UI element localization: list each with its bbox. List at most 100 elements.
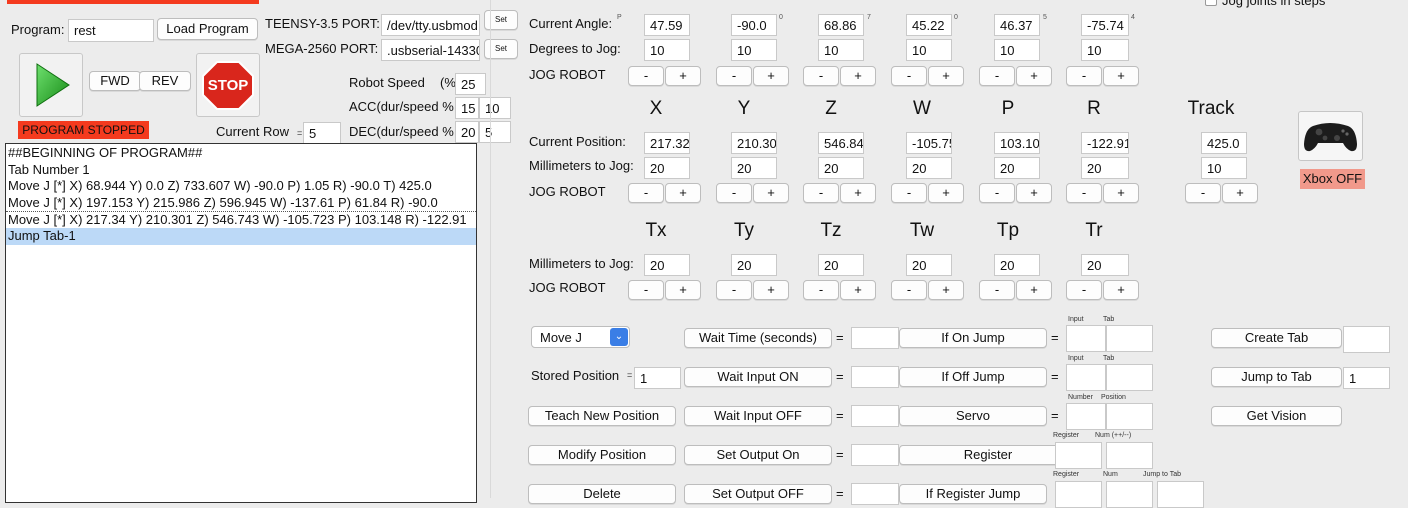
mm-x[interactable]: 20: [644, 157, 690, 179]
wait-input-off-button[interactable]: Wait Input OFF: [684, 406, 832, 426]
joint-2-minus-button[interactable]: -: [716, 66, 752, 86]
z-plus-button[interactable]: +: [840, 183, 876, 203]
servo-number-field[interactable]: [1066, 403, 1106, 430]
set-output-on-button[interactable]: Set Output On: [684, 445, 832, 465]
load-program-button[interactable]: Load Program: [157, 18, 258, 40]
servo-position-field[interactable]: [1106, 403, 1153, 430]
if-register-jump-button[interactable]: If Register Jump: [899, 484, 1047, 504]
reg-jump-tab-field[interactable]: [1157, 481, 1204, 508]
play-button[interactable]: [19, 53, 83, 117]
program-line[interactable]: Move J [*] X) 68.944 Y) 0.0 Z) 733.607 W…: [6, 178, 476, 195]
tw-minus-button[interactable]: -: [891, 280, 927, 300]
joint-1-plus-button[interactable]: +: [665, 66, 701, 86]
joint-2-degrees[interactable]: 10: [731, 39, 777, 61]
create-tab-input[interactable]: [1343, 326, 1390, 353]
joint-3-plus-button[interactable]: +: [840, 66, 876, 86]
tp-minus-button[interactable]: -: [979, 280, 1015, 300]
register-field[interactable]: [1055, 442, 1102, 469]
joint-6-minus-button[interactable]: -: [1066, 66, 1102, 86]
p-plus-button[interactable]: +: [1016, 183, 1052, 203]
track-plus-button[interactable]: +: [1222, 183, 1258, 203]
tool-mm-tx[interactable]: 20: [644, 254, 690, 276]
if-on-input-field[interactable]: [1066, 325, 1106, 352]
joint-2-plus-button[interactable]: +: [753, 66, 789, 86]
modify-position-button[interactable]: Modify Position: [528, 445, 676, 465]
joint-5-plus-button[interactable]: +: [1016, 66, 1052, 86]
joint-5-degrees[interactable]: 10: [994, 39, 1040, 61]
r-plus-button[interactable]: +: [1103, 183, 1139, 203]
r-minus-button[interactable]: -: [1066, 183, 1102, 203]
ty-plus-button[interactable]: +: [753, 280, 789, 300]
program-line[interactable]: Move J [*] X) 197.153 Y) 215.986 Z) 596.…: [6, 195, 476, 212]
joint-6-degrees[interactable]: 10: [1081, 39, 1129, 61]
register-button[interactable]: Register: [899, 445, 1077, 465]
stop-button[interactable]: STOP: [196, 53, 260, 117]
program-line[interactable]: ##BEGINNING OF PROGRAM##: [6, 145, 476, 162]
acc-speed-input[interactable]: 10: [479, 97, 511, 119]
move-type-select[interactable]: Move J ⌄: [531, 326, 630, 348]
program-name-input[interactable]: rest: [68, 19, 154, 42]
mm-z[interactable]: 20: [818, 157, 864, 179]
set-output-off-button[interactable]: Set Output OFF: [684, 484, 832, 504]
wait-time-input[interactable]: [851, 327, 899, 349]
y-minus-button[interactable]: -: [716, 183, 752, 203]
wait-input-on-button[interactable]: Wait Input ON: [684, 367, 832, 387]
program-listbox[interactable]: ##BEGINNING OF PROGRAM## Tab Number 1 Mo…: [5, 143, 477, 503]
joint-4-degrees[interactable]: 10: [906, 39, 952, 61]
jog-steps-checkbox[interactable]: [1205, 0, 1217, 6]
ty-minus-button[interactable]: -: [716, 280, 752, 300]
tool-mm-tp[interactable]: 20: [994, 254, 1040, 276]
rev-button[interactable]: REV: [139, 71, 191, 91]
x-minus-button[interactable]: -: [628, 183, 664, 203]
track-minus-button[interactable]: -: [1185, 183, 1221, 203]
joint-6-plus-button[interactable]: +: [1103, 66, 1139, 86]
jump-to-tab-button[interactable]: Jump to Tab: [1211, 367, 1342, 387]
acc-duration-input[interactable]: 15: [455, 97, 479, 119]
tx-minus-button[interactable]: -: [628, 280, 664, 300]
w-minus-button[interactable]: -: [891, 183, 927, 203]
robot-speed-input[interactable]: 25: [455, 73, 486, 95]
track-mm[interactable]: 10: [1201, 157, 1247, 179]
y-plus-button[interactable]: +: [753, 183, 789, 203]
wait-input-off-input[interactable]: [851, 405, 899, 427]
get-vision-button[interactable]: Get Vision: [1211, 406, 1342, 426]
servo-button[interactable]: Servo: [899, 406, 1047, 426]
joint-3-degrees[interactable]: 10: [818, 39, 864, 61]
teach-new-position-button[interactable]: Teach New Position: [528, 406, 676, 426]
tz-minus-button[interactable]: -: [803, 280, 839, 300]
register-num-field[interactable]: [1106, 442, 1153, 469]
current-row-input[interactable]: 5: [303, 122, 341, 144]
joint-5-minus-button[interactable]: -: [979, 66, 1015, 86]
mm-w[interactable]: 20: [906, 157, 952, 179]
mm-r[interactable]: 20: [1081, 157, 1129, 179]
program-line-selected[interactable]: Jump Tab-1: [6, 228, 476, 246]
if-off-tab-field[interactable]: [1106, 364, 1153, 391]
reg-jump-register-field[interactable]: [1055, 481, 1102, 508]
tp-plus-button[interactable]: +: [1016, 280, 1052, 300]
xbox-controller-button[interactable]: [1298, 111, 1363, 161]
p-minus-button[interactable]: -: [979, 183, 1015, 203]
wait-input-on-input[interactable]: [851, 366, 899, 388]
w-plus-button[interactable]: +: [928, 183, 964, 203]
mm-p[interactable]: 20: [994, 157, 1040, 179]
mega-port-input[interactable]: .usbserial-14330: [381, 39, 480, 61]
if-on-tab-field[interactable]: [1106, 325, 1153, 352]
if-off-input-field[interactable]: [1066, 364, 1106, 391]
joint-4-plus-button[interactable]: +: [928, 66, 964, 86]
joint-3-minus-button[interactable]: -: [803, 66, 839, 86]
wait-time-button[interactable]: Wait Time (seconds): [684, 328, 832, 348]
joint-1-minus-button[interactable]: -: [628, 66, 664, 86]
joint-1-degrees[interactable]: 10: [644, 39, 690, 61]
z-minus-button[interactable]: -: [803, 183, 839, 203]
if-on-jump-button[interactable]: If On Jump: [899, 328, 1047, 348]
set-output-on-input[interactable]: [851, 444, 899, 466]
program-line[interactable]: Move J [*] X) 217.34 Y) 210.301 Z) 546.7…: [6, 212, 476, 229]
jump-to-tab-input[interactable]: 1: [1343, 367, 1390, 389]
dec-duration-input[interactable]: 20: [455, 121, 479, 143]
fwd-button[interactable]: FWD: [89, 71, 141, 91]
tw-plus-button[interactable]: +: [928, 280, 964, 300]
joint-4-minus-button[interactable]: -: [891, 66, 927, 86]
if-off-jump-button[interactable]: If Off Jump: [899, 367, 1047, 387]
tool-mm-tw[interactable]: 20: [906, 254, 952, 276]
set-output-off-input[interactable]: [851, 483, 899, 505]
